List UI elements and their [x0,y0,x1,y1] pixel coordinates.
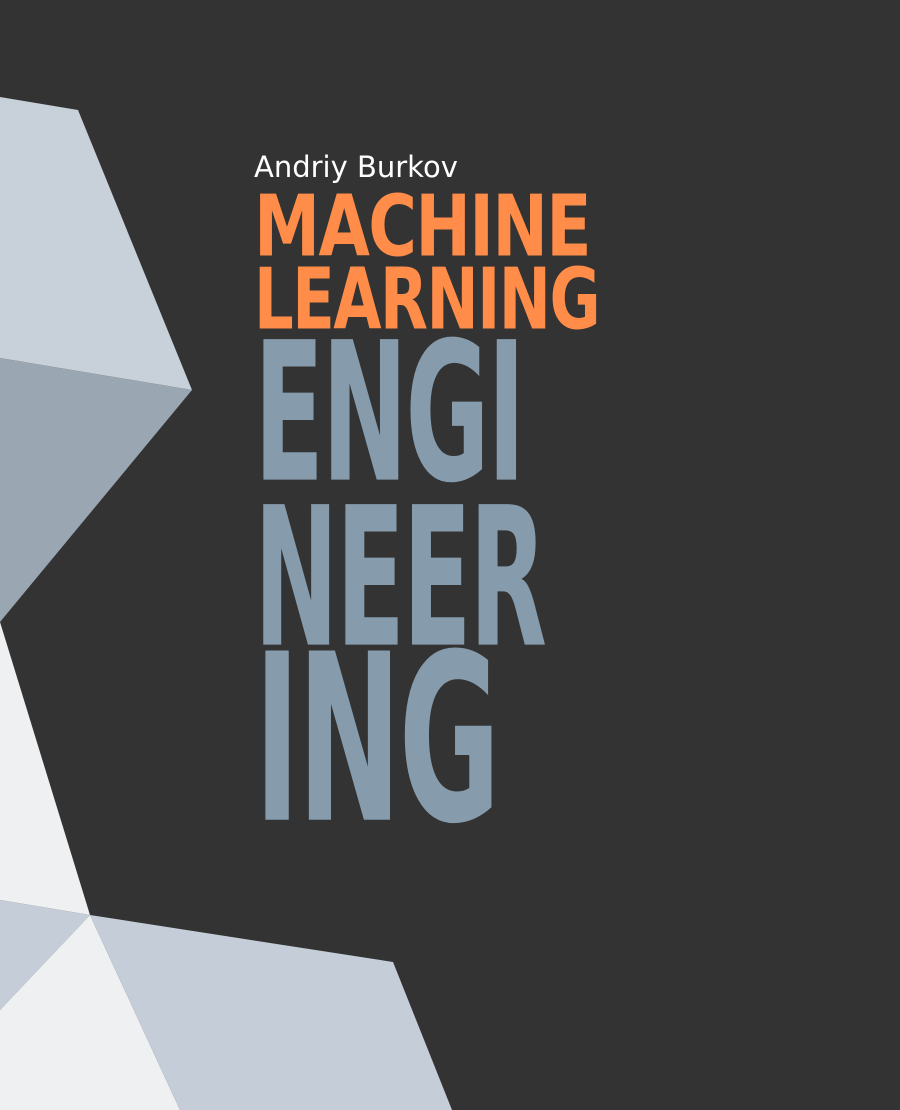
facet-white [0,622,90,915]
title-ing: ING [254,605,501,876]
facet-light-top [0,97,192,390]
facet-mid [0,358,192,622]
book-cover: Andriy Burkov MACHINE LEARNING ENGI NEER… [0,0,900,1110]
